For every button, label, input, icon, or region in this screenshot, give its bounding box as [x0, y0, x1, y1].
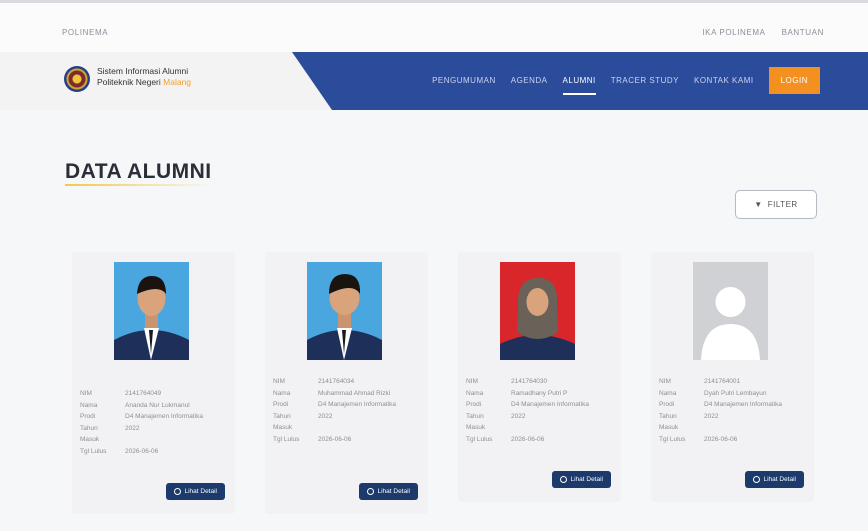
- filter-button[interactable]: ▼ FILTER: [735, 190, 817, 219]
- polinema-logo-icon[interactable]: [64, 66, 90, 92]
- alumni-card: NIM 2141764049 Nama Ananda Nur Lukmanul Pr…: [72, 252, 235, 514]
- title-underline: [65, 184, 215, 186]
- alumni-card: NIM 2141764034 Nama Muhammad Ahmad Rizki P…: [265, 252, 428, 514]
- site-title-line1: Sistem Informasi Alumni: [97, 66, 189, 76]
- eye-icon: [174, 488, 182, 495]
- eye-icon: [367, 488, 375, 495]
- alumni-photo: [500, 262, 575, 360]
- eye-icon: [753, 476, 761, 483]
- site-brand[interactable]: POLINEMA: [62, 28, 108, 37]
- alumni-photo: [307, 262, 382, 360]
- alumni-info: NIM 2141764034 Nama Muhammad Ahmad Rizki P…: [273, 378, 397, 443]
- top-utility-bar: POLINEMA IKA POLINEMA BANTUAN: [0, 0, 868, 52]
- nav-agenda[interactable]: AGENDA: [511, 66, 548, 95]
- login-button[interactable]: LOGIN: [768, 67, 820, 94]
- nav-tracer-study[interactable]: TRACER STUDY: [611, 66, 679, 95]
- bantuan-link[interactable]: BANTUAN: [782, 28, 824, 37]
- utility-links: IKA POLINEMA BANTUAN: [702, 28, 824, 37]
- alumni-info: NIM 2141764049 Nama Ananda Nur Lukmanul Pr…: [80, 390, 204, 455]
- site-title[interactable]: Sistem Informasi Alumni Politeknik Neger…: [97, 66, 191, 88]
- nav-pengumuman[interactable]: PENGUMUMAN: [432, 66, 496, 95]
- main-header: Sistem Informasi Alumni Politeknik Neger…: [0, 52, 868, 110]
- main-nav: PENGUMUMAN AGENDA ALUMNI TRACER STUDY KO…: [432, 66, 820, 95]
- alumni-card: NIM 2141764001 Nama Dyah Putri Lembayun Pr…: [651, 252, 814, 502]
- site-title-line2: Politeknik Negeri Malang: [97, 77, 192, 87]
- alumni-card: NIM 2141764030 Nama Ramadhany Putri P Prod…: [458, 252, 621, 502]
- lihat-detail-button[interactable]: Lihat Detail: [166, 483, 225, 500]
- alumni-info: NIM 2141764001 Nama Dyah Putri Lembayun Pr…: [659, 378, 783, 443]
- page-title: DATA ALUMNI: [65, 160, 212, 183]
- alumni-photo: [114, 262, 189, 360]
- lihat-detail-button[interactable]: Lihat Detail: [745, 471, 804, 488]
- lihat-detail-button[interactable]: Lihat Detail: [552, 471, 611, 488]
- filter-icon: ▼: [754, 200, 763, 209]
- alumni-info: NIM 2141764030 Nama Ramadhany Putri P Prod…: [466, 378, 590, 443]
- filter-label: FILTER: [767, 200, 798, 209]
- nav-alumni[interactable]: ALUMNI: [562, 66, 596, 95]
- lihat-detail-button[interactable]: Lihat Detail: [359, 483, 418, 500]
- nav-kontak-kami[interactable]: KONTAK KAMI: [694, 66, 754, 95]
- eye-icon: [560, 476, 568, 483]
- alumni-photo: [693, 262, 768, 360]
- ika-polinema-link[interactable]: IKA POLINEMA: [702, 28, 765, 37]
